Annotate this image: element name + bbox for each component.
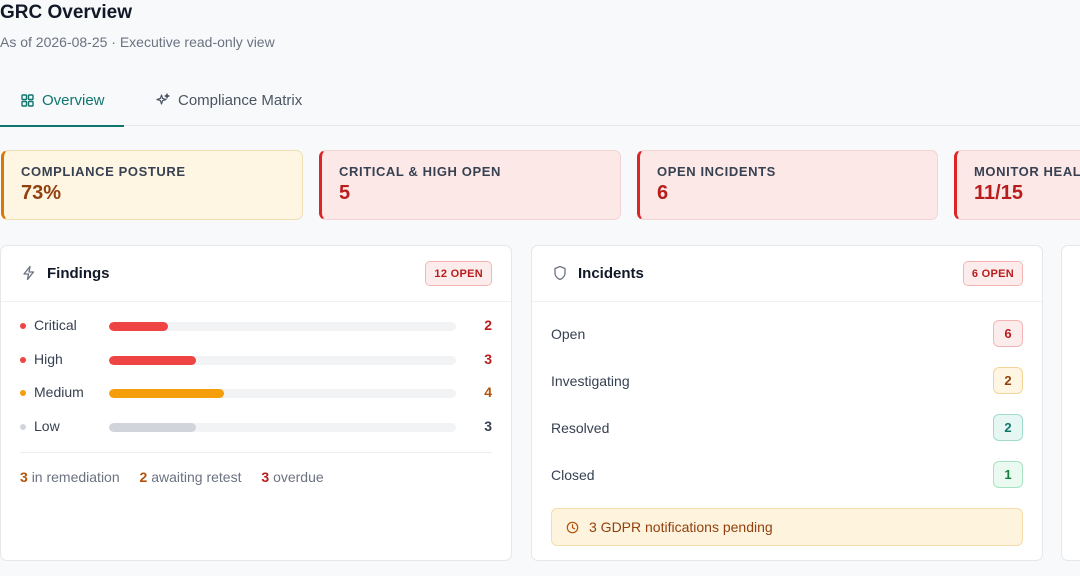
remediation-count: 3	[20, 469, 28, 485]
incident-row-closed: Closed 1	[551, 461, 1023, 489]
incident-row-resolved: Resolved 2	[551, 414, 1023, 442]
clock-icon	[566, 521, 579, 534]
remediation-label: in remediation	[31, 469, 120, 485]
severity-label: Low	[34, 418, 60, 434]
findings-card-header: Findings 12 OPEN	[1, 246, 511, 302]
kpi-critical-high-open: CRITICAL & HIGH OPEN 5	[319, 150, 621, 220]
tab-bar: Overview Compliance Matrix	[0, 74, 1080, 127]
severity-bar-track	[109, 322, 456, 331]
incident-count-badge: 1	[993, 461, 1023, 488]
gdpr-notification-banner: 3 GDPR notifications pending	[551, 508, 1023, 546]
gdpr-notification-text: 3 GDPR notifications pending	[589, 519, 773, 535]
kpi-label: CRITICAL & HIGH OPEN	[339, 164, 501, 179]
kpi-value: 5	[339, 182, 351, 204]
severity-dot	[20, 357, 26, 363]
kpi-value: 73%	[21, 182, 62, 204]
overdue-count: 3	[261, 469, 270, 485]
severity-bar-track	[109, 356, 456, 365]
remediation-summary: 3 in remediation	[20, 469, 120, 485]
incident-count-badge: 6	[993, 320, 1023, 347]
incident-status-label: Resolved	[551, 420, 610, 436]
retest-count: 2	[139, 469, 148, 485]
severity-bar-fill	[109, 356, 196, 365]
findings-divider	[20, 452, 492, 453]
findings-title: Findings	[47, 265, 110, 282]
kpi-label: COMPLIANCE POSTURE	[21, 164, 186, 179]
page-title: GRC Overview	[0, 2, 132, 23]
severity-count: 4	[484, 384, 492, 400]
incident-status-label: Closed	[551, 467, 595, 483]
kpi-compliance-posture: COMPLIANCE POSTURE 73%	[1, 150, 303, 220]
kpi-label: OPEN INCIDENTS	[657, 164, 776, 179]
kpi-value: 6	[657, 182, 669, 204]
retest-summary: 2 awaiting retest	[140, 469, 242, 485]
severity-bar-fill	[109, 423, 196, 432]
severity-label: Critical	[34, 317, 77, 333]
incident-row-open: Open 6	[551, 320, 1023, 348]
kpi-value: 11/15	[974, 182, 1023, 204]
retest-label: awaiting retest	[151, 469, 242, 485]
next-card-edge	[1061, 245, 1080, 561]
kpi-label: MONITOR HEALTH	[974, 164, 1080, 179]
bolt-icon	[21, 265, 37, 281]
findings-open-badge: 12 OPEN	[425, 261, 492, 286]
kpi-monitor-health: MONITOR HEALTH 11/15	[954, 150, 1080, 220]
incidents-open-badge: 6 OPEN	[962, 261, 1023, 286]
overdue-summary: 3 overdue	[261, 469, 323, 485]
tab-compliance-matrix-label: Compliance Matrix	[178, 91, 303, 109]
incident-count-badge: 2	[993, 414, 1023, 441]
shield-icon	[552, 265, 568, 281]
severity-count: 2	[484, 317, 492, 333]
severity-label: High	[34, 351, 63, 367]
page-subtitle: As of 2026-08-25 · Executive read-only v…	[0, 34, 275, 50]
incident-status-label: Open	[551, 326, 586, 342]
severity-bar-fill	[109, 322, 168, 331]
severity-bar-track	[109, 423, 456, 432]
findings-card: Findings 12 OPEN	[0, 245, 512, 561]
severity-dot	[20, 323, 26, 329]
incidents-title: Incidents	[578, 265, 644, 282]
severity-count: 3	[484, 351, 492, 367]
severity-row-medium: Medium 4	[20, 383, 492, 403]
severity-row-high: High 3	[20, 350, 492, 370]
incident-row-investigating: Investigating 2	[551, 367, 1023, 395]
tab-compliance-matrix[interactable]: Compliance Matrix	[156, 74, 302, 126]
grc-overview-page: GRC Overview As of 2026-08-25 · Executiv…	[0, 0, 1080, 576]
tab-overview-label: Overview	[42, 91, 105, 109]
overdue-label: overdue	[273, 469, 324, 485]
tab-overview[interactable]: Overview	[0, 74, 123, 127]
severity-dot	[20, 390, 26, 396]
findings-summary: 3 in remediation 2 awaiting retest 3 ove…	[20, 469, 340, 485]
severity-row-low: Low 3	[20, 417, 492, 437]
severity-row-critical: Critical 2	[20, 316, 492, 336]
severity-dot	[20, 424, 26, 430]
severity-label: Medium	[34, 384, 84, 400]
severity-bar-fill	[109, 389, 224, 398]
severity-count: 3	[484, 418, 492, 434]
grid-icon	[20, 93, 34, 107]
kpi-open-incidents: OPEN INCIDENTS 6	[637, 150, 938, 220]
incident-status-label: Investigating	[551, 373, 630, 389]
severity-bar-track	[109, 389, 456, 398]
incident-count-badge: 2	[993, 367, 1023, 394]
incidents-card-header: Incidents 6 OPEN	[532, 246, 1042, 302]
sparkle-icon	[156, 93, 170, 107]
